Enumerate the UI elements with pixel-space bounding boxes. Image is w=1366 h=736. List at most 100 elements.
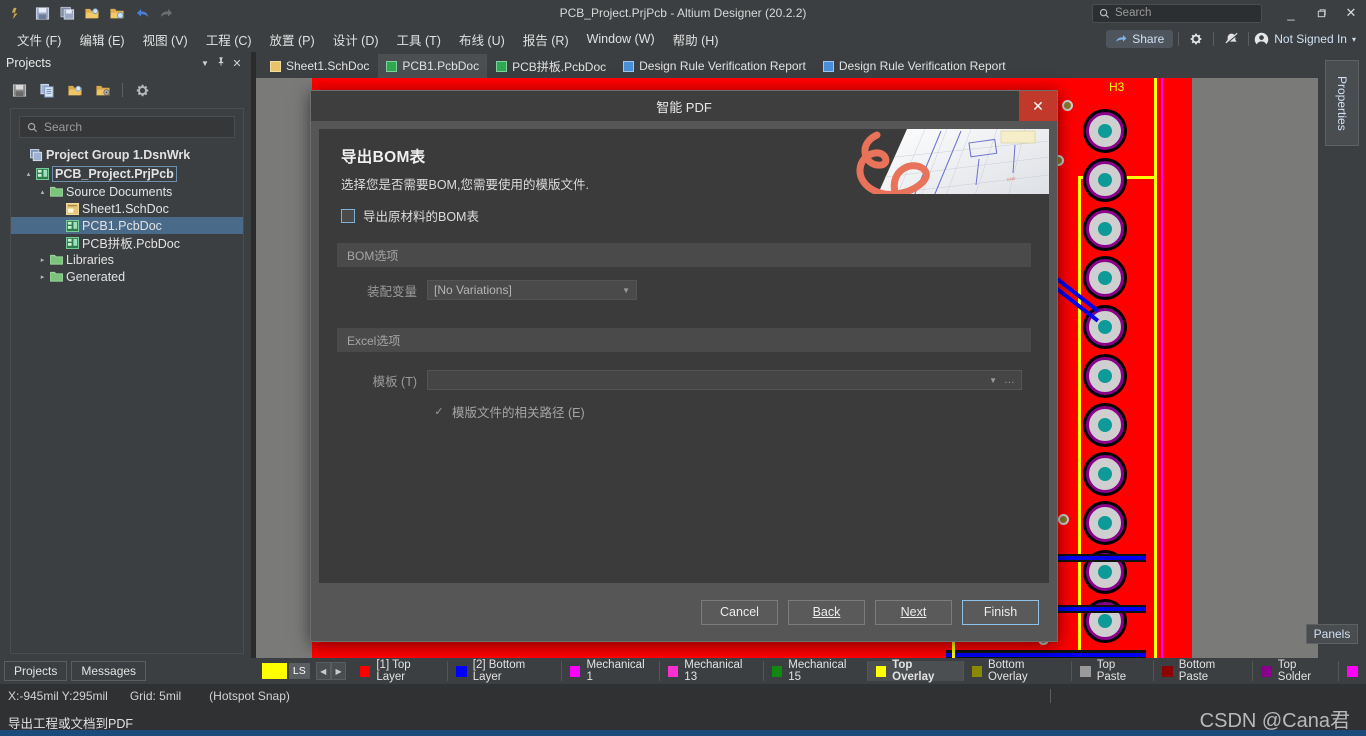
silkscreen-outline-h3-left (1078, 176, 1081, 658)
tree-item-pcb-project[interactable]: ▴ PCB_Project.PrjPcb (11, 164, 243, 183)
layer-tab-label: Top Solder (1277, 659, 1312, 683)
finish-button[interactable]: Finish (962, 599, 1039, 625)
panel-close-icon[interactable]: ✕ (229, 57, 245, 70)
chevron-down-icon[interactable]: ▼ (989, 376, 997, 385)
save-all-icon[interactable] (58, 4, 76, 22)
menu-edit[interactable]: 编辑 (E) (70, 27, 133, 52)
open-project-icon[interactable] (108, 4, 126, 22)
pad-hole (1097, 417, 1113, 433)
layer-tab-bottom-overlay[interactable]: Bottom Overlay (964, 659, 1073, 683)
layer-tab-mechanical-13[interactable]: Mechanical 13 (660, 659, 764, 683)
layer-scroll-prev-button[interactable]: ◀ (315, 662, 331, 680)
save-icon[interactable] (33, 4, 51, 22)
close-button[interactable]: ✕ (1336, 0, 1366, 26)
assembly-variant-select[interactable]: [No Variations] ▼ (427, 280, 637, 300)
pcb-doc-icon (496, 60, 508, 72)
template-row: 模板 (T) ▼ … (319, 370, 1049, 390)
open-folder-icon[interactable] (83, 4, 101, 22)
check-icon[interactable]: ✓ (433, 406, 445, 418)
project-options-icon[interactable] (94, 81, 112, 99)
panels-button[interactable]: Panels (1306, 624, 1358, 644)
projects-search-input[interactable]: Search (19, 116, 235, 138)
menu-design[interactable]: 设计 (D) (324, 27, 388, 52)
tree-expander[interactable]: ▴ (37, 188, 48, 196)
layer-sets-button[interactable]: LS (288, 663, 310, 679)
panel-dropdown-icon[interactable]: ▼ (197, 59, 213, 68)
gear-icon[interactable] (1184, 26, 1208, 52)
doc-tab-pcb1[interactable]: PCB1.PcbDoc (378, 54, 488, 78)
altium-logo-icon[interactable] (8, 4, 26, 22)
folder-icon (48, 254, 64, 265)
pcb-project-icon (34, 167, 50, 180)
cancel-button[interactable]: Cancel (701, 599, 778, 625)
menu-route[interactable]: 布线 (U) (450, 27, 514, 52)
tree-expander[interactable]: ▸ (37, 256, 48, 264)
tree-expander[interactable]: ▸ (37, 273, 48, 281)
tree-expander[interactable]: ▴ (23, 170, 34, 178)
tree-item-source-documents[interactable]: ▴ Source Documents (11, 183, 243, 200)
layer-tab-top-layer[interactable]: [1] Top Layer (352, 659, 449, 683)
settings-gear-icon[interactable] (133, 81, 151, 99)
menu-project[interactable]: 工程 (C) (197, 27, 261, 52)
menu-reports[interactable]: 报告 (R) (514, 27, 578, 52)
pcb-via (1062, 100, 1073, 111)
sch-doc-icon (64, 202, 80, 215)
layer-tab-top-paste[interactable]: Top Paste (1072, 659, 1155, 683)
tree-item-pcb1-pcbdoc[interactable]: PCB1.PcbDoc (11, 217, 243, 234)
menu-tools[interactable]: 工具 (T) (388, 27, 450, 52)
menu-help[interactable]: 帮助 (H) (664, 27, 728, 52)
properties-panel-tab[interactable]: Properties (1325, 60, 1359, 146)
back-button[interactable]: Back (788, 599, 865, 625)
account-button[interactable]: Not Signed In ▾ (1254, 32, 1360, 47)
menu-file[interactable]: 文件 (F) (8, 27, 70, 52)
bottom-tab-messages[interactable]: Messages (71, 661, 147, 681)
menu-window[interactable]: Window (W) (578, 29, 664, 49)
tree-item-project-group[interactable]: Project Group 1.DsnWrk (11, 146, 243, 164)
projects-search-placeholder: Search (44, 120, 83, 134)
copy-icon[interactable] (38, 81, 56, 99)
tree-item-sheet1-schdoc[interactable]: Sheet1.SchDoc (11, 200, 243, 217)
layer-tab-overflow[interactable] (1339, 661, 1366, 681)
active-layer-color-swatch[interactable] (262, 663, 287, 679)
restore-button[interactable] (1306, 0, 1336, 26)
global-search-input[interactable]: Search (1092, 3, 1262, 23)
layer-tab-mechanical-1[interactable]: Mechanical 1 (562, 659, 660, 683)
silkscreen-label-h3: H3 (1109, 80, 1125, 94)
next-button[interactable]: Next (875, 599, 952, 625)
save-icon[interactable] (10, 81, 28, 99)
export-bom-checkbox-row[interactable]: 导出原材料的BOM表 (319, 194, 1049, 225)
dialog-close-button[interactable]: ✕ (1019, 91, 1057, 121)
doc-tab-sheet1[interactable]: Sheet1.SchDoc (262, 54, 377, 78)
divider (1213, 32, 1215, 46)
doc-tab-pcb-panel[interactable]: PCB拼板.PcbDoc (488, 54, 614, 78)
tree-item-libraries[interactable]: ▸ Libraries (11, 251, 243, 268)
minimize-button[interactable]: _ (1276, 0, 1306, 26)
pin-icon[interactable] (213, 56, 229, 70)
bottom-tab-projects[interactable]: Projects (4, 661, 68, 681)
pad-hole (1097, 319, 1113, 335)
doc-tab-drv-report-1[interactable]: Design Rule Verification Report (615, 54, 814, 78)
projects-tree-container: Search Project Group 1.DsnWrk ▴ PCB_Proj… (10, 108, 244, 654)
menu-place[interactable]: 放置 (P) (261, 27, 324, 52)
layer-tab-bottom-paste[interactable]: Bottom Paste (1154, 659, 1254, 683)
template-browse-button[interactable]: … (1004, 374, 1016, 386)
doc-tab-drv-report-2[interactable]: Design Rule Verification Report (815, 54, 1014, 78)
undo-icon[interactable] (133, 4, 151, 22)
notifications-muted-icon[interactable] (1219, 26, 1243, 52)
redo-icon[interactable] (158, 4, 176, 22)
export-bom-checkbox[interactable] (341, 208, 355, 223)
layer-scroll-next-button[interactable]: ▶ (330, 662, 347, 680)
menu-view[interactable]: 视图 (V) (134, 27, 197, 52)
share-button[interactable]: Share (1106, 30, 1174, 48)
layer-tab-bottom-layer[interactable]: [2] Bottom Layer (448, 659, 562, 683)
pcb-pad (1086, 161, 1124, 199)
relative-path-checkbox-row[interactable]: ✓ 模版文件的相关路径 (E) (319, 402, 1049, 421)
tree-item-pcb-panel-pcbdoc[interactable]: PCB拼板.PcbDoc (11, 234, 243, 251)
layer-tab-mechanical-15[interactable]: Mechanical 15 (764, 659, 868, 683)
layer-tab-top-overlay[interactable]: Top Overlay (867, 659, 964, 683)
open-project-icon[interactable] (66, 81, 84, 99)
layer-tab-top-solder[interactable]: Top Solder (1253, 659, 1339, 683)
chevron-down-icon: ▾ (1351, 34, 1356, 44)
template-input[interactable]: ▼ … (427, 370, 1022, 390)
tree-item-generated[interactable]: ▸ Generated (11, 268, 243, 285)
